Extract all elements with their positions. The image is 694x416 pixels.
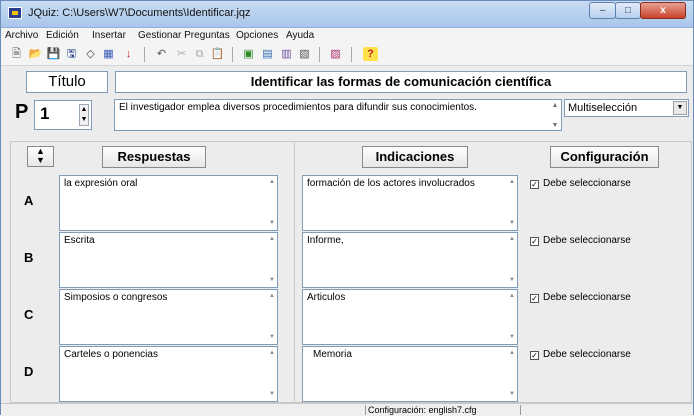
check-icon: ✓ [530,237,539,246]
titulo-label: Título [26,71,108,93]
menu-archivo[interactable]: Archivo [5,30,38,41]
must-select-checkbox-c[interactable]: ✓ Debe seleccionarse [530,292,631,303]
row-letter-b: B [24,250,34,265]
feedback-text-a: formación de los actores involucrados [307,178,475,189]
export-icon[interactable]: ▤ [260,47,275,61]
status-bar: Configuración: english7.cfg [1,403,693,416]
add-picture-icon[interactable]: ▨ [328,47,343,61]
check-icon: ✓ [530,351,539,360]
minimize-button[interactable]: – [589,2,616,19]
sort-arrows-button[interactable]: ▲ ▼ [27,146,54,167]
must-select-checkbox-b[interactable]: ✓ Debe seleccionarse [530,235,631,246]
check-icon: ✓ [530,294,539,303]
question-text: El investigador emplea diversos procedim… [119,102,477,113]
save-icon[interactable]: 💾 [46,47,61,61]
maximize-button[interactable]: □ [615,2,641,19]
menu-edicion[interactable]: Edición [46,30,79,41]
down-arrow-icon[interactable]: ↓ [121,47,136,61]
check-label-c: Debe seleccionarse [543,292,631,303]
respuestas-header-button[interactable]: Respuestas [102,146,206,168]
question-number: 1 [40,104,50,123]
menu-gestionar-preguntas[interactable]: Gestionar Preguntas [138,30,230,41]
question-scrollbar[interactable]: ▲ ▼ [550,101,560,129]
question-text-area[interactable]: El investigador emplea diversos procedim… [114,99,562,131]
feedback-text-c: Articulos [307,292,346,303]
jcloze-icon[interactable]: ▥ [279,47,294,61]
web-export-icon[interactable]: ▣ [241,47,256,61]
question-number-field[interactable]: 1 ▲ ▼ [34,100,92,130]
grid-icon[interactable]: ▦ [101,47,116,61]
answer-text-d: Carteles o ponencias [64,349,158,360]
must-select-checkbox-a[interactable]: ✓ Debe seleccionarse [530,178,631,189]
eraser-icon[interactable]: ◇ [83,47,98,61]
close-button[interactable]: x [640,2,686,19]
check-icon: ✓ [530,180,539,189]
app-icon [8,7,22,19]
check-label-a: Debe seleccionarse [543,178,631,189]
feedback-text-d: Memoria [313,349,352,360]
question-letter: P [15,101,29,123]
answer-field-a[interactable]: la expresión oral ▲ ▼ [59,175,278,231]
row-letter-d: D [24,364,34,379]
jmix-icon[interactable]: ▧ [297,47,312,61]
menu-opciones[interactable]: Opciones [236,30,278,41]
menu-insertar[interactable]: Insertar [92,30,126,41]
answer-field-c[interactable]: Simposios o congresos ▲ ▼ [59,289,278,345]
answer-text-c: Simposios o congresos [64,292,168,303]
question-type-value: Multiselección [568,102,638,114]
app-window: JQuiz: C:\Users\W7\Documents\Identificar… [0,0,694,416]
save-as-icon[interactable]: 🖫 [64,47,79,61]
feedback-field-a[interactable]: formación de los actores involucrados ▲ ▼ [302,175,518,231]
undo-icon[interactable]: ↶ [154,47,169,61]
help-icon[interactable]: ? [363,47,378,61]
copy-icon[interactable]: ⧉ [192,47,207,61]
paste-icon[interactable]: 📋 [210,47,225,61]
answer-text-b: Escrita [64,235,95,246]
row-letter-a: A [24,193,34,208]
status-config: Configuración: english7.cfg [368,405,477,415]
chevron-down-icon[interactable]: ▼ [673,101,687,115]
window-title: JQuiz: C:\Users\W7\Documents\Identificar… [28,7,251,19]
configuracion-header-button[interactable]: Configuración [550,146,659,168]
must-select-checkbox-d[interactable]: ✓ Debe seleccionarse [530,349,631,360]
feedback-text-b: Informe, [307,235,344,246]
feedback-field-d[interactable]: Memoria ▲ ▼ [302,346,518,402]
row-letter-c: C [24,307,34,322]
check-label-b: Debe seleccionarse [543,235,631,246]
feedback-field-c[interactable]: Articulos ▲ ▼ [302,289,518,345]
answer-text-a: la expresión oral [64,178,138,189]
answer-field-d[interactable]: Carteles o ponencias ▲ ▼ [59,346,278,402]
open-folder-icon[interactable]: 📂 [28,47,43,61]
new-file-icon[interactable]: 🗎 [9,47,24,61]
indicaciones-header-button[interactable]: Indicaciones [362,146,468,168]
check-label-d: Debe seleccionarse [543,349,631,360]
question-spinner[interactable]: ▲ ▼ [79,104,89,126]
cut-icon[interactable]: ✂ [174,47,189,61]
title-input[interactable]: Identificar las formas de comunicación c… [115,71,687,93]
question-type-select[interactable]: Multiselección ▼ [564,99,689,117]
toolbar: 🗎 📂 💾 🖫 ◇ ▦ ↓ ↶ ✂ ⧉ 📋 ▣ ▤ ▥ ▧ ▨ ? [1,43,693,66]
answer-field-b[interactable]: Escrita ▲ ▼ [59,232,278,288]
menu-ayuda[interactable]: Ayuda [286,30,314,41]
feedback-field-b[interactable]: Informe, ▲ ▼ [302,232,518,288]
title-bar[interactable]: JQuiz: C:\Users\W7\Documents\Identificar… [1,1,693,28]
menu-bar: Archivo Edición Insertar Gestionar Pregu… [1,28,693,43]
